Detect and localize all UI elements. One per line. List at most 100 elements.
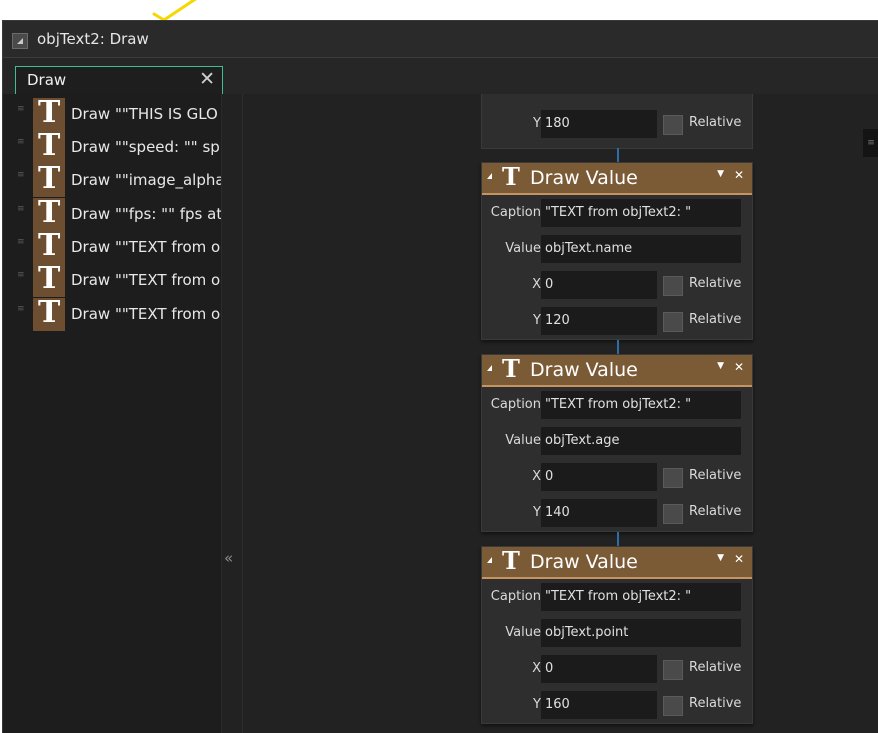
object-event-window: objText2: Draw Draw ✕ ≡ T Draw ""THIS IS… (2, 20, 878, 733)
drag-handle-icon[interactable]: ≡ (17, 171, 25, 187)
value-label: Value (505, 241, 541, 256)
text-action-icon: T (33, 161, 65, 197)
collapse-panel-bar[interactable]: « (222, 94, 243, 733)
caption-label: Caption (490, 589, 541, 604)
drag-handle-icon[interactable]: ≡ (17, 205, 25, 221)
relative-checkbox[interactable] (663, 504, 683, 524)
menu-arrow-icon[interactable]: ▼ (717, 169, 724, 179)
relative-label: Relative (689, 660, 742, 675)
text-action-icon: T (33, 128, 65, 164)
y-field[interactable]: 140 (541, 499, 657, 527)
list-item[interactable]: ≡ T Draw ""TEXT from o (13, 261, 221, 297)
x-field[interactable]: 0 (541, 655, 657, 683)
drag-handle-icon[interactable]: ≡ (17, 271, 25, 287)
relative-label: Relative (689, 276, 742, 291)
close-icon[interactable]: ✕ (734, 552, 744, 566)
relative-checkbox[interactable] (663, 660, 683, 680)
list-item[interactable]: ≡ T Draw ""TEXT from o (13, 295, 221, 331)
caption-field[interactable]: "TEXT from objText2: " (541, 583, 741, 611)
list-item[interactable]: ≡ T Draw ""THIS IS GLO (13, 95, 221, 131)
caption-label: Caption (490, 397, 541, 412)
caption-label: Caption (490, 205, 541, 220)
relative-label: Relative (689, 468, 742, 483)
relative-label: Relative (689, 504, 742, 519)
text-action-icon: T (33, 261, 65, 297)
list-item-label: Draw ""THIS IS GLO (71, 105, 218, 123)
relative-label: Relative (689, 312, 742, 327)
list-item-label: Draw ""TEXT from o (71, 305, 221, 323)
text-action-icon: T (33, 195, 65, 231)
drag-handle-icon[interactable]: ≡ (17, 238, 25, 254)
close-icon[interactable]: ✕ (199, 68, 215, 90)
collapse-triangle-icon[interactable] (487, 557, 492, 563)
list-item-label: Draw ""speed: "" sp (71, 138, 220, 156)
y-label: Y (533, 313, 541, 328)
list-item-label: Draw ""TEXT from o (71, 238, 221, 256)
action-list: ≡ T Draw ""THIS IS GLO ≡ T Draw ""speed:… (13, 94, 222, 733)
list-item[interactable]: ≡ T Draw ""image_alpha (13, 161, 222, 197)
relative-checkbox[interactable] (663, 312, 683, 332)
y-label: Y (533, 116, 541, 131)
relative-checkbox[interactable] (663, 696, 683, 716)
list-item-label: Draw ""fps: "" fps at (71, 205, 222, 223)
x-label: X (532, 277, 541, 292)
tab-draw-label: Draw (27, 71, 67, 89)
window-titlebar[interactable]: objText2: Draw (3, 21, 878, 58)
relative-checkbox[interactable] (663, 468, 683, 488)
draw-value-panel: T Draw Value ▼ ✕ Caption "TEXT from objT… (481, 354, 753, 532)
menu-arrow-icon[interactable]: ▼ (717, 361, 724, 371)
y-field[interactable]: 180 (541, 110, 657, 138)
value-label: Value (505, 625, 541, 640)
x-label: X (532, 661, 541, 676)
x-field[interactable]: 0 (541, 463, 657, 491)
panel-title: Draw Value (530, 359, 638, 381)
close-icon[interactable]: ✕ (734, 168, 744, 182)
relative-label: Relative (689, 115, 742, 130)
panel-header[interactable]: T Draw Value ▼ ✕ (482, 354, 752, 387)
drag-handle-icon[interactable]: ≡ (17, 138, 25, 154)
value-field[interactable]: objText.age (541, 427, 741, 455)
text-action-icon: T (33, 95, 65, 131)
tab-draw[interactable]: Draw ✕ (15, 66, 223, 94)
value-label: Value (505, 433, 541, 448)
x-field[interactable]: 0 (541, 271, 657, 299)
list-item[interactable]: ≡ T Draw ""TEXT from o (13, 228, 221, 264)
caption-field[interactable]: "TEXT from objText2: " (541, 391, 741, 419)
y-label: Y (533, 697, 541, 712)
panel-header[interactable]: T Draw Value ▼ ✕ (482, 162, 752, 195)
action-canvas: ≡ Y 180 Relative T Draw Value ▼ ✕ Captio… (243, 94, 878, 733)
panel-title: Draw Value (530, 551, 638, 573)
text-action-icon: T (502, 162, 520, 191)
list-item-label: Draw ""TEXT from o (71, 271, 221, 289)
event-content: ≡ T Draw ""THIS IS GLO ≡ T Draw ""speed:… (3, 94, 878, 733)
list-item[interactable]: ≡ T Draw ""fps: "" fps at (13, 195, 222, 231)
relative-checkbox[interactable] (663, 115, 683, 135)
draw-value-panel: T Draw Value ▼ ✕ Caption "TEXT from objT… (481, 162, 753, 340)
caption-field[interactable]: "TEXT from objText2: " (541, 199, 741, 227)
window-icon[interactable] (12, 33, 28, 49)
relative-checkbox[interactable] (663, 276, 683, 296)
y-field[interactable]: 120 (541, 307, 657, 335)
close-icon[interactable]: ✕ (734, 360, 744, 374)
list-item[interactable]: ≡ T Draw ""speed: "" sp (13, 128, 221, 164)
relative-label: Relative (689, 696, 742, 711)
text-action-icon: T (502, 546, 520, 575)
value-field[interactable]: objText.point (541, 619, 741, 647)
drag-handle-icon[interactable]: ≡ (17, 305, 25, 321)
previous-action-panel: Y 180 Relative (481, 94, 753, 149)
connector-line (617, 340, 619, 354)
collapse-chevron-icon[interactable]: « (224, 549, 233, 567)
collapse-triangle-icon[interactable] (487, 173, 492, 179)
menu-arrow-icon[interactable]: ▼ (717, 553, 724, 563)
value-field[interactable]: objText.name (541, 235, 741, 263)
event-tab-bar: Draw ✕ (3, 58, 878, 94)
panel-header[interactable]: T Draw Value ▼ ✕ (482, 546, 752, 579)
collapse-triangle-icon[interactable] (487, 365, 492, 371)
side-panel-handle[interactable]: ≡ (863, 129, 878, 157)
text-action-icon: T (502, 354, 520, 383)
list-item-label: Draw ""image_alpha (71, 171, 222, 189)
x-label: X (532, 469, 541, 484)
y-field[interactable]: 160 (541, 691, 657, 719)
drag-handle-icon[interactable]: ≡ (17, 105, 25, 121)
connector-line (617, 148, 619, 162)
